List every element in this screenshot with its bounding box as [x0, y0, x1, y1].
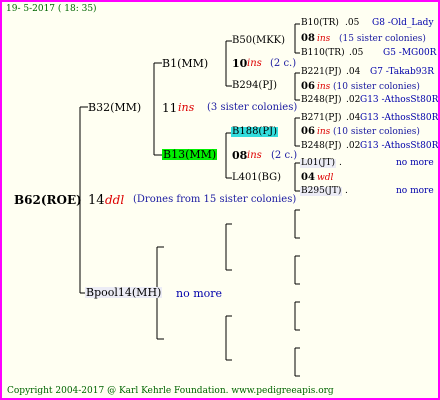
gen2-b-label: B13(MM)	[162, 148, 218, 161]
gen4-6-label: B271(PJ)	[301, 113, 342, 123]
root-drone-count: 14	[88, 193, 105, 208]
gen2-a-label: B1(MM)	[162, 57, 209, 70]
gen3-d-label: L401(BG)	[232, 172, 282, 183]
footer-copyright: Copyright 2004-2017 @ Karl Kehrle Founda…	[7, 386, 334, 396]
gen4-7-ins: ins	[317, 127, 331, 137]
gen4-3-label: B221(PJ)	[301, 67, 342, 77]
gen2-a-note: (2 c.)	[270, 58, 297, 69]
gen4-1-ins: ins	[317, 34, 331, 44]
gen2-a-num: 10	[232, 57, 248, 70]
gen1-upper-num: 11	[162, 101, 178, 115]
gen4-9-label: L01(JT)	[300, 158, 337, 168]
gen4-8-label: B248(PJ)	[301, 141, 342, 151]
gen4-0-extra: G8 -Old_Lady	[372, 18, 434, 28]
gen4-1-note: (15 sister colonies)	[339, 34, 426, 44]
gen4-2-num: .05	[349, 48, 364, 58]
gen1-lower-note: no more	[176, 287, 223, 300]
gen4-2-label: B110(TR)	[301, 48, 345, 58]
gen2-b-ins: ins	[247, 150, 262, 161]
gen4-3-num: .04	[346, 67, 361, 77]
root-drone-note: (Drones from 15 sister colonies)	[133, 194, 297, 205]
gen4-7-note: (10 sister colonies)	[333, 127, 420, 137]
gen4-1-num: 08	[301, 33, 315, 44]
gen4-10-num: 04	[301, 172, 315, 183]
gen1-upper-label: B32(MM)	[88, 101, 142, 114]
gen4-2-extra: G5 -MG00R	[383, 48, 437, 58]
gen4-10-ins: wdl	[317, 173, 334, 183]
gen4-11-extra: no more	[396, 186, 434, 196]
gen4-11-num: .	[345, 186, 348, 196]
gen4-5-label: B248(PJ)	[301, 95, 342, 105]
gen4-5-extra: G13 -AthosSt80R	[360, 95, 439, 105]
gen1-upper-ins: ins	[178, 101, 195, 114]
gen3-c-label: B188(PJ)	[231, 126, 278, 137]
root-queen-label: B62(ROE)	[14, 193, 82, 207]
gen3-b-label: B294(PJ)	[232, 80, 277, 91]
gen2-a-ins: ins	[247, 58, 262, 69]
gen1-upper-note: (3 sister colonies)	[207, 102, 298, 113]
gen4-6-extra: G13 -AthosSt80R	[360, 113, 439, 123]
gen4-6-num: .04	[346, 113, 361, 123]
gen4-7-num: 06	[301, 126, 315, 137]
gen4-5-num: .02	[346, 95, 361, 105]
gen4-9-num: .	[339, 158, 342, 168]
gen4-11-label: B295(JT)	[300, 186, 343, 196]
pedigree-frame: 19- 5-2017 ( 18: 35) B62(ROE) 14 ddl (Dr…	[0, 0, 440, 400]
gen1-lower-label: Bpool14(MH)	[85, 286, 163, 299]
gen4-4-note: (10 sister colonies)	[333, 82, 420, 92]
gen4-3-extra: G7 -Takab93R	[370, 67, 434, 77]
gen4-8-extra: G13 -AthosSt80R	[360, 141, 439, 151]
gen3-a-label: B50(MKK)	[232, 35, 286, 46]
gen4-8-num: .02	[346, 141, 361, 151]
gen4-0-num: .05	[345, 18, 360, 28]
gen2-b-note: (2 c.)	[271, 150, 298, 161]
gen4-4-ins: ins	[317, 82, 331, 92]
gen2-b-num: 08	[232, 149, 248, 162]
gen4-4-num: 06	[301, 81, 315, 92]
gen4-9-extra: no more	[396, 158, 434, 168]
gen4-0-label: B10(TR)	[301, 18, 339, 28]
root-insemination: ddl	[105, 193, 125, 207]
